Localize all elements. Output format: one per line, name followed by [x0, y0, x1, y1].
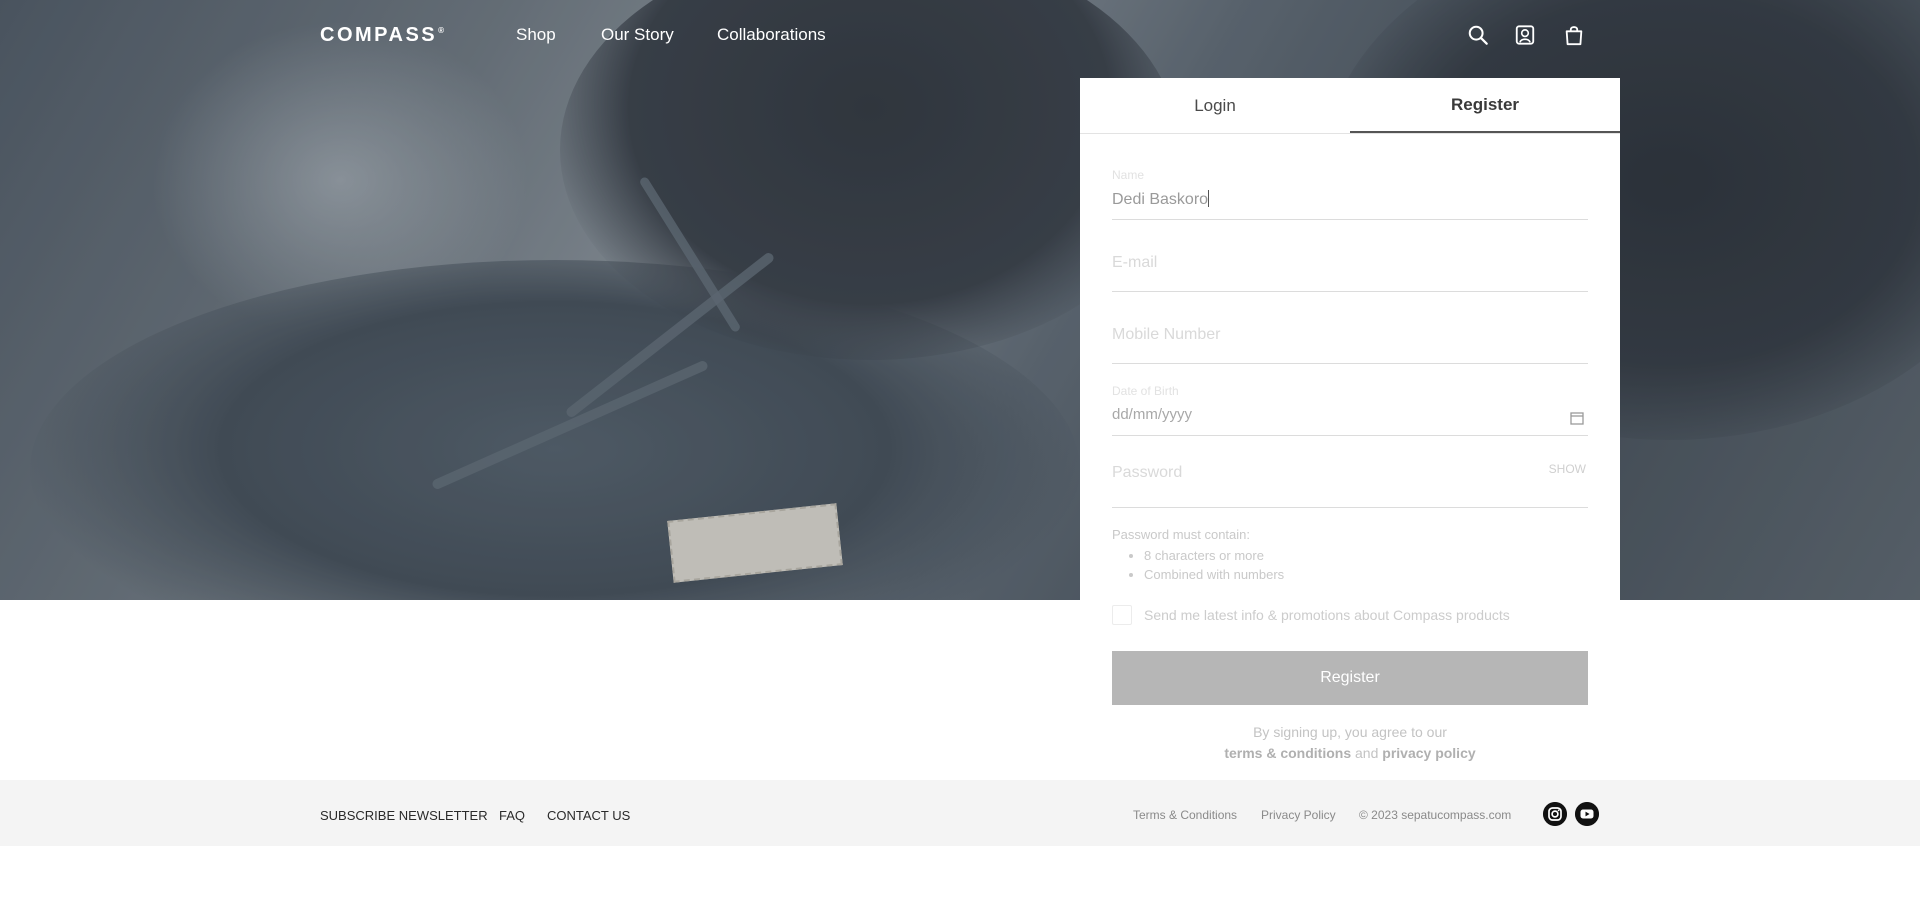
newsletter-checkbox-row[interactable]: Send me latest info & promotions about C…	[1112, 605, 1510, 625]
show-password-button[interactable]: SHOW	[1549, 462, 1586, 476]
privacy-link[interactable]: privacy policy	[1382, 745, 1475, 761]
text-caret	[1208, 190, 1210, 207]
password-rules-list: 8 characters or more Combined with numbe…	[1112, 548, 1284, 582]
calendar-icon[interactable]	[1570, 411, 1584, 425]
agreement-prefix: By signing up, you agree to our	[1253, 724, 1447, 740]
newsletter-checkbox[interactable]	[1112, 605, 1132, 625]
dob-field[interactable]: Date of Birth dd/mm/yyyy	[1112, 384, 1588, 436]
dob-value: dd/mm/yyyy	[1112, 406, 1193, 423]
footer-copyright: © 2023 sepatucompass.com	[1359, 808, 1512, 822]
agreement-links: terms & conditions and privacy policy	[1112, 743, 1588, 764]
password-placeholder: Password	[1112, 464, 1183, 481]
footer-contact-us[interactable]: CONTACT US	[547, 808, 630, 823]
hero-image	[0, 0, 1920, 600]
password-rule-item: 8 characters or more	[1144, 548, 1284, 563]
password-rules-title: Password must contain:	[1112, 527, 1251, 542]
password-field[interactable]: Password SHOW	[1112, 446, 1588, 508]
instagram-icon[interactable]	[1543, 802, 1567, 826]
account-icon[interactable]	[1514, 24, 1536, 46]
password-rules: Password must contain: 8 characters or m…	[1112, 527, 1284, 586]
hero-overlay	[0, 0, 1920, 600]
newsletter-label: Send me latest info & promotions about C…	[1144, 607, 1510, 623]
footer-terms-link[interactable]: Terms & Conditions	[1133, 808, 1237, 822]
logo-text: COMPASS	[320, 24, 438, 46]
brand-logo[interactable]: COMPASS®	[320, 24, 444, 47]
footer-subscribe-newsletter[interactable]: SUBSCRIBE NEWSLETTER	[320, 808, 488, 823]
nav-shop[interactable]: Shop	[516, 25, 556, 45]
nav-our-story[interactable]: Our Story	[601, 25, 674, 45]
mobile-field[interactable]: Mobile Number	[1112, 302, 1588, 364]
dob-label: Date of Birth	[1112, 384, 1179, 398]
nav-collaborations[interactable]: Collaborations	[717, 25, 826, 45]
name-label: Name	[1112, 168, 1145, 182]
email-field[interactable]: E-mail	[1112, 230, 1588, 292]
auth-panel: Login Register Name Dedi Baskoro E-mail …	[1080, 78, 1620, 790]
name-input[interactable]: Dedi Baskoro	[1112, 190, 1210, 209]
search-icon[interactable]	[1467, 24, 1489, 46]
agreement-and: and	[1355, 745, 1379, 761]
cart-icon[interactable]	[1563, 24, 1585, 46]
tab-register[interactable]: Register	[1350, 78, 1620, 133]
top-nav: COMPASS® Shop Our Story Collaborations	[0, 0, 1920, 70]
youtube-icon[interactable]	[1575, 802, 1599, 826]
register-button[interactable]: Register	[1112, 651, 1588, 705]
footer-privacy-link[interactable]: Privacy Policy	[1261, 808, 1336, 822]
tab-login[interactable]: Login	[1080, 78, 1350, 133]
footer: SUBSCRIBE NEWSLETTER FAQ CONTACT US Term…	[0, 780, 1920, 846]
mobile-placeholder: Mobile Number	[1112, 326, 1221, 343]
auth-tabs: Login Register	[1080, 78, 1620, 134]
name-value: Dedi Baskoro	[1112, 191, 1209, 208]
email-placeholder: E-mail	[1112, 254, 1158, 271]
footer-faq[interactable]: FAQ	[499, 808, 525, 823]
logo-mark: ®	[438, 26, 445, 36]
name-field[interactable]: Name Dedi Baskoro	[1112, 168, 1588, 220]
password-rule-item: Combined with numbers	[1144, 567, 1284, 582]
agreement-text: By signing up, you agree to our terms & …	[1112, 722, 1588, 764]
terms-link[interactable]: terms & conditions	[1224, 745, 1351, 761]
